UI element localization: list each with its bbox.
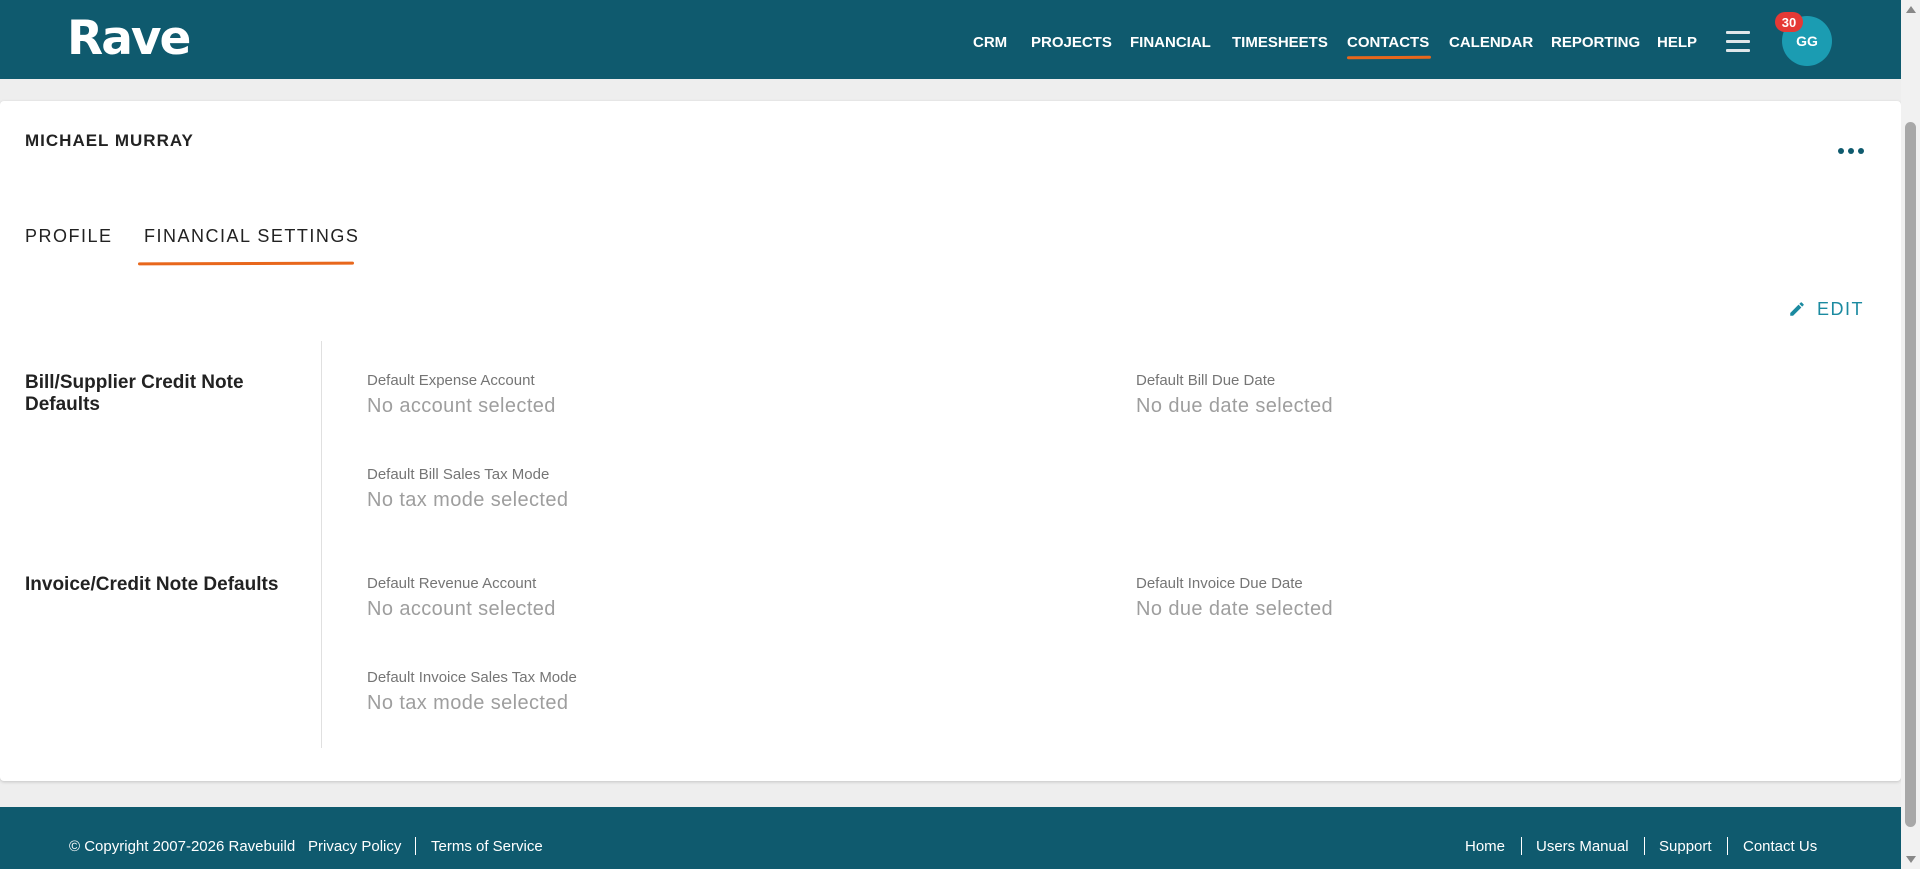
footer-link-home[interactable]: Home <box>1465 838 1505 855</box>
field-label-default-invoice-due-date: Default Invoice Due Date <box>1136 575 1303 592</box>
footer-link-terms-of-service[interactable]: Terms of Service <box>431 838 543 855</box>
field-label-default-invoice-sales-tax-mode: Default Invoice Sales Tax Mode <box>367 669 577 686</box>
field-label-default-revenue-account: Default Revenue Account <box>367 575 537 592</box>
nav-item-contacts[interactable]: CONTACTS <box>1347 34 1429 51</box>
nav-item-help[interactable]: HELP <box>1657 34 1697 51</box>
footer-link-support[interactable]: Support <box>1659 838 1712 855</box>
nav-item-financial[interactable]: FINANCIAL <box>1130 34 1211 51</box>
footer: © Copyright 2007-2026 Ravebuild Privacy … <box>0 807 1901 869</box>
copyright-text: © Copyright 2007-2026 Ravebuild <box>69 838 296 855</box>
field-value-default-bill-sales-tax-mode: No tax mode selected <box>367 489 569 511</box>
notification-badge[interactable]: 30 <box>1775 12 1803 32</box>
more-options-icon[interactable] <box>1836 140 1866 162</box>
field-value-default-invoice-sales-tax-mode: No tax mode selected <box>367 692 569 714</box>
field-value-default-expense-account: No account selected <box>367 395 556 417</box>
nav-item-projects[interactable]: PROJECTS <box>1031 34 1112 51</box>
field-value-default-invoice-due-date: No due date selected <box>1136 598 1334 620</box>
edit-label: EDIT <box>1817 298 1865 319</box>
footer-separator <box>1644 837 1645 855</box>
nav-item-calendar[interactable]: CALENDAR <box>1449 34 1533 51</box>
nav-item-crm[interactable]: CRM <box>973 34 1007 51</box>
tab-financial-settings[interactable]: FINANCIAL SETTINGS <box>144 226 359 247</box>
field-label-default-expense-account: Default Expense Account <box>367 372 535 389</box>
main-nav: CRM PROJECTS FINANCIAL TIMESHEETS CONTAC… <box>0 34 1901 58</box>
tab-profile[interactable]: PROFILE <box>25 226 113 247</box>
hamburger-menu-icon[interactable] <box>1726 31 1750 53</box>
footer-link-contact-us[interactable]: Contact Us <box>1743 838 1817 855</box>
nav-item-reporting[interactable]: REPORTING <box>1551 34 1640 51</box>
contact-card: MICHAEL MURRAY <box>0 101 1901 781</box>
scroll-down-arrow-icon[interactable] <box>1906 856 1916 863</box>
contact-name-heading: MICHAEL MURRAY <box>25 131 194 150</box>
pencil-icon <box>1790 302 1804 316</box>
field-label-default-bill-due-date: Default Bill Due Date <box>1136 372 1276 389</box>
footer-link-users-manual[interactable]: Users Manual <box>1536 838 1629 855</box>
footer-link-privacy-policy[interactable]: Privacy Policy <box>308 838 401 855</box>
footer-separator <box>1727 837 1728 855</box>
section-divider <box>321 341 322 748</box>
section-title-invoice-defaults: Invoice/Credit Note Defaults <box>25 574 279 595</box>
field-value-default-revenue-account: No account selected <box>367 598 556 620</box>
top-navigation-bar: Rave CRM PROJECTS FINANCIAL TIMESHEETS C… <box>0 0 1901 79</box>
field-label-default-bill-sales-tax-mode: Default Bill Sales Tax Mode <box>367 466 550 483</box>
scrollbar-thumb[interactable] <box>1905 122 1916 827</box>
section-title-bill-defaults: Bill/Supplier Credit Note Defaults <box>25 372 244 415</box>
page-scrollbar[interactable] <box>1901 0 1920 869</box>
edit-button[interactable]: EDIT <box>1788 298 1864 320</box>
footer-separator <box>1521 837 1522 855</box>
nav-item-timesheets[interactable]: TIMESHEETS <box>1232 34 1328 51</box>
scroll-up-arrow-icon[interactable] <box>1906 6 1916 13</box>
field-value-default-bill-due-date: No due date selected <box>1136 395 1334 417</box>
footer-separator <box>415 837 416 855</box>
